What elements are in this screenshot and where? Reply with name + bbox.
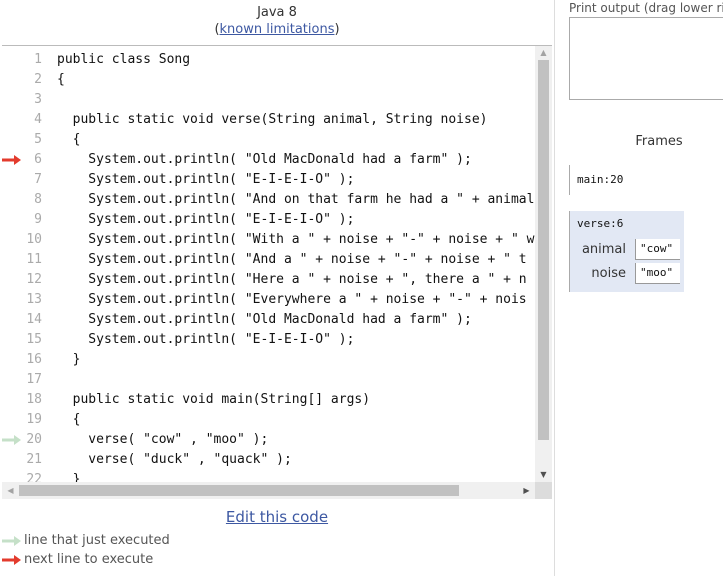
print-output-label: Print output (drag lower right corner to… (569, 1, 723, 15)
line-number[interactable]: 13 (20, 290, 42, 310)
scroll-corner (535, 482, 552, 499)
scroll-down-icon[interactable]: ▼ (535, 468, 552, 482)
vertical-scroll-thumb[interactable] (538, 60, 549, 440)
limitations-line: (known limitations) (0, 21, 554, 38)
variable-value: "cow" (635, 239, 680, 260)
code-text: System.out.println( "Everywhere a " + no… (57, 292, 527, 307)
horizontal-scroll-thumb[interactable] (19, 485, 459, 496)
code-text: System.out.println( "E-I-E-I-O" ); (57, 172, 355, 187)
code-text: { (57, 412, 81, 427)
line-number[interactable]: 4 (20, 110, 42, 130)
code-text: { (57, 132, 81, 147)
next-line-arrow-icon (2, 150, 22, 170)
code-text: } (57, 472, 81, 482)
code-text: public class Song (57, 52, 191, 67)
frames-title: Frames (635, 134, 683, 149)
executed-line-arrow-icon (2, 430, 22, 450)
line-number[interactable]: 17 (20, 370, 42, 390)
pane-divider (554, 0, 555, 576)
scroll-up-icon[interactable]: ▲ (535, 46, 552, 60)
line-number[interactable]: 12 (20, 270, 42, 290)
variable-name: animal (581, 242, 626, 257)
line-number[interactable]: 15 (20, 330, 42, 350)
green-arrow-icon (2, 535, 21, 546)
line-number[interactable]: 7 (20, 170, 42, 190)
line-number[interactable]: 19 (20, 410, 42, 430)
language-header: Java 8 (known limitations) (0, 4, 554, 38)
line-number[interactable]: 8 (20, 190, 42, 210)
variable-value: "moo" (635, 263, 680, 284)
line-number[interactable]: 9 (20, 210, 42, 230)
line-number[interactable]: 16 (20, 350, 42, 370)
legend-just-executed: line that just executed (2, 532, 170, 550)
code-text: public static void main(String[] args) (57, 392, 371, 407)
code-viewer: 1 public class Song 2 {3 4 public static voi… (2, 45, 552, 501)
code-text: System.out.println( "Old MacDonald had a… (57, 152, 472, 167)
code-text: System.out.println( "And on that farm he… (57, 192, 535, 207)
variable-name: noise (591, 266, 626, 281)
language-label: Java 8 (257, 5, 297, 20)
code-text: System.out.println( "Here a " + noise + … (57, 272, 527, 287)
edit-code-link[interactable]: Edit this code (0, 508, 554, 526)
line-number[interactable]: 10 (20, 230, 42, 250)
print-output-box[interactable] (569, 17, 723, 100)
legend-just-executed-label: line that just executed (24, 533, 170, 548)
code-text: System.out.println( "Old MacDonald had a… (57, 312, 472, 327)
line-number[interactable]: 11 (20, 250, 42, 270)
vertical-scrollbar[interactable]: ▲ ▼ (535, 46, 552, 482)
line-number[interactable]: 18 (20, 390, 42, 410)
line-number[interactable]: 21 (20, 450, 42, 470)
code-text: System.out.println( "And a " + noise + "… (57, 252, 527, 267)
paren-close: ) (334, 22, 340, 37)
frame-main-name: main:20 (577, 173, 624, 186)
legend-next-line: next line to execute (2, 551, 153, 569)
line-number[interactable]: 14 (20, 310, 42, 330)
code-text: System.out.println( "With a " + noise + … (57, 232, 535, 247)
line-number[interactable]: 20 (20, 430, 42, 450)
code-text: System.out.println( "E-I-E-I-O" ); (57, 212, 355, 227)
code-text: System.out.println( "E-I-E-I-O" ); (57, 332, 355, 347)
line-number[interactable]: 22 (20, 470, 42, 482)
scroll-right-icon[interactable]: ▶ (518, 482, 535, 499)
frame-verse: verse:6 animal "cow" noise "moo" (569, 211, 684, 292)
line-number[interactable]: 2 (20, 70, 42, 90)
code-lines: 1 public class Song 2 {3 4 public static voi… (2, 50, 535, 482)
code-text: verse( "cow" , "moo" ); (57, 432, 269, 447)
frame-verse-name: verse:6 (577, 217, 624, 230)
code-text: { (57, 72, 65, 87)
scroll-left-icon[interactable]: ◀ (2, 482, 19, 499)
red-arrow-icon (2, 554, 21, 565)
known-limitations-link[interactable]: known limitations (220, 22, 335, 37)
line-number[interactable]: 5 (20, 130, 42, 150)
line-number[interactable]: 6 (20, 150, 42, 170)
code-text: public static void verse(String animal, … (57, 112, 488, 127)
line-number[interactable]: 1 (20, 50, 42, 70)
code-text: } (57, 352, 81, 367)
line-number[interactable]: 3 (20, 90, 42, 110)
frame-main: main:20 (569, 165, 710, 195)
horizontal-scrollbar[interactable]: ◀ ▶ (2, 482, 535, 499)
legend-next-line-label: next line to execute (24, 552, 154, 567)
code-text: verse( "duck" , "quack" ); (57, 452, 292, 467)
